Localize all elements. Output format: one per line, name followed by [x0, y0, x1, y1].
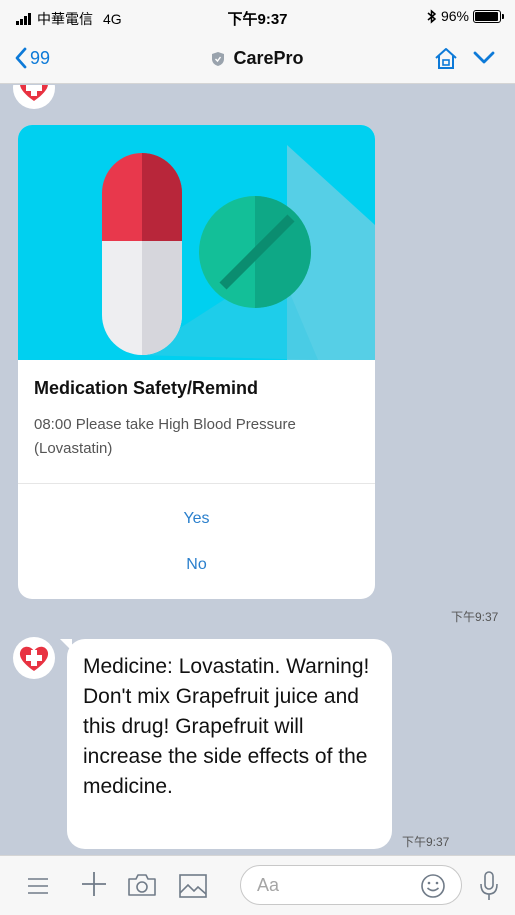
battery-icon — [473, 9, 504, 23]
home-icon[interactable] — [433, 46, 459, 72]
shield-icon — [212, 51, 225, 66]
medication-reminder-card: Medication Safety/Remind 08:00 Please ta… — [18, 125, 375, 599]
heart-plus-icon — [20, 85, 48, 101]
chat-area[interactable]: Medication Safety/Remind 08:00 Please ta… — [0, 85, 515, 855]
message-bubble[interactable]: Medicine: Lovastatin. Warning! Don't mix… — [60, 639, 392, 849]
emoji-icon[interactable] — [419, 872, 447, 900]
chevron-down-icon[interactable] — [472, 49, 496, 67]
battery-percent: 96% — [440, 8, 469, 24]
menu-icon[interactable] — [26, 876, 50, 896]
yes-button[interactable]: Yes — [18, 510, 375, 528]
card-divider — [18, 483, 375, 484]
chat-title-text: CarePro — [233, 48, 304, 68]
microphone-icon[interactable] — [478, 870, 500, 902]
message-timestamp: 下午9:37 — [402, 835, 450, 849]
status-bar: 中華電信 4G 下午9:37 96% — [0, 0, 515, 34]
nav-bar: 99 CarePro — [0, 34, 515, 84]
battery-fill — [475, 11, 499, 21]
camera-icon[interactable] — [126, 872, 158, 898]
card-timestamp: 下午9:37 — [451, 610, 499, 624]
heart-plus-icon — [19, 646, 49, 671]
bluetooth-icon — [427, 8, 437, 24]
bot-avatar[interactable] — [13, 85, 55, 109]
no-button[interactable]: No — [18, 556, 375, 574]
card-title: Medication Safety/Remind — [34, 378, 259, 398]
status-right: 96% — [427, 8, 504, 24]
plus-icon[interactable] — [80, 870, 108, 898]
image-icon[interactable] — [178, 873, 208, 899]
bot-avatar-2[interactable] — [13, 637, 55, 679]
message-text: Medicine: Lovastatin. Warning! Don't mix… — [83, 655, 370, 798]
input-bar — [0, 855, 515, 915]
card-body: 08:00 Please take High Blood Pressure (L… — [34, 416, 296, 457]
medication-illustration — [18, 125, 375, 360]
